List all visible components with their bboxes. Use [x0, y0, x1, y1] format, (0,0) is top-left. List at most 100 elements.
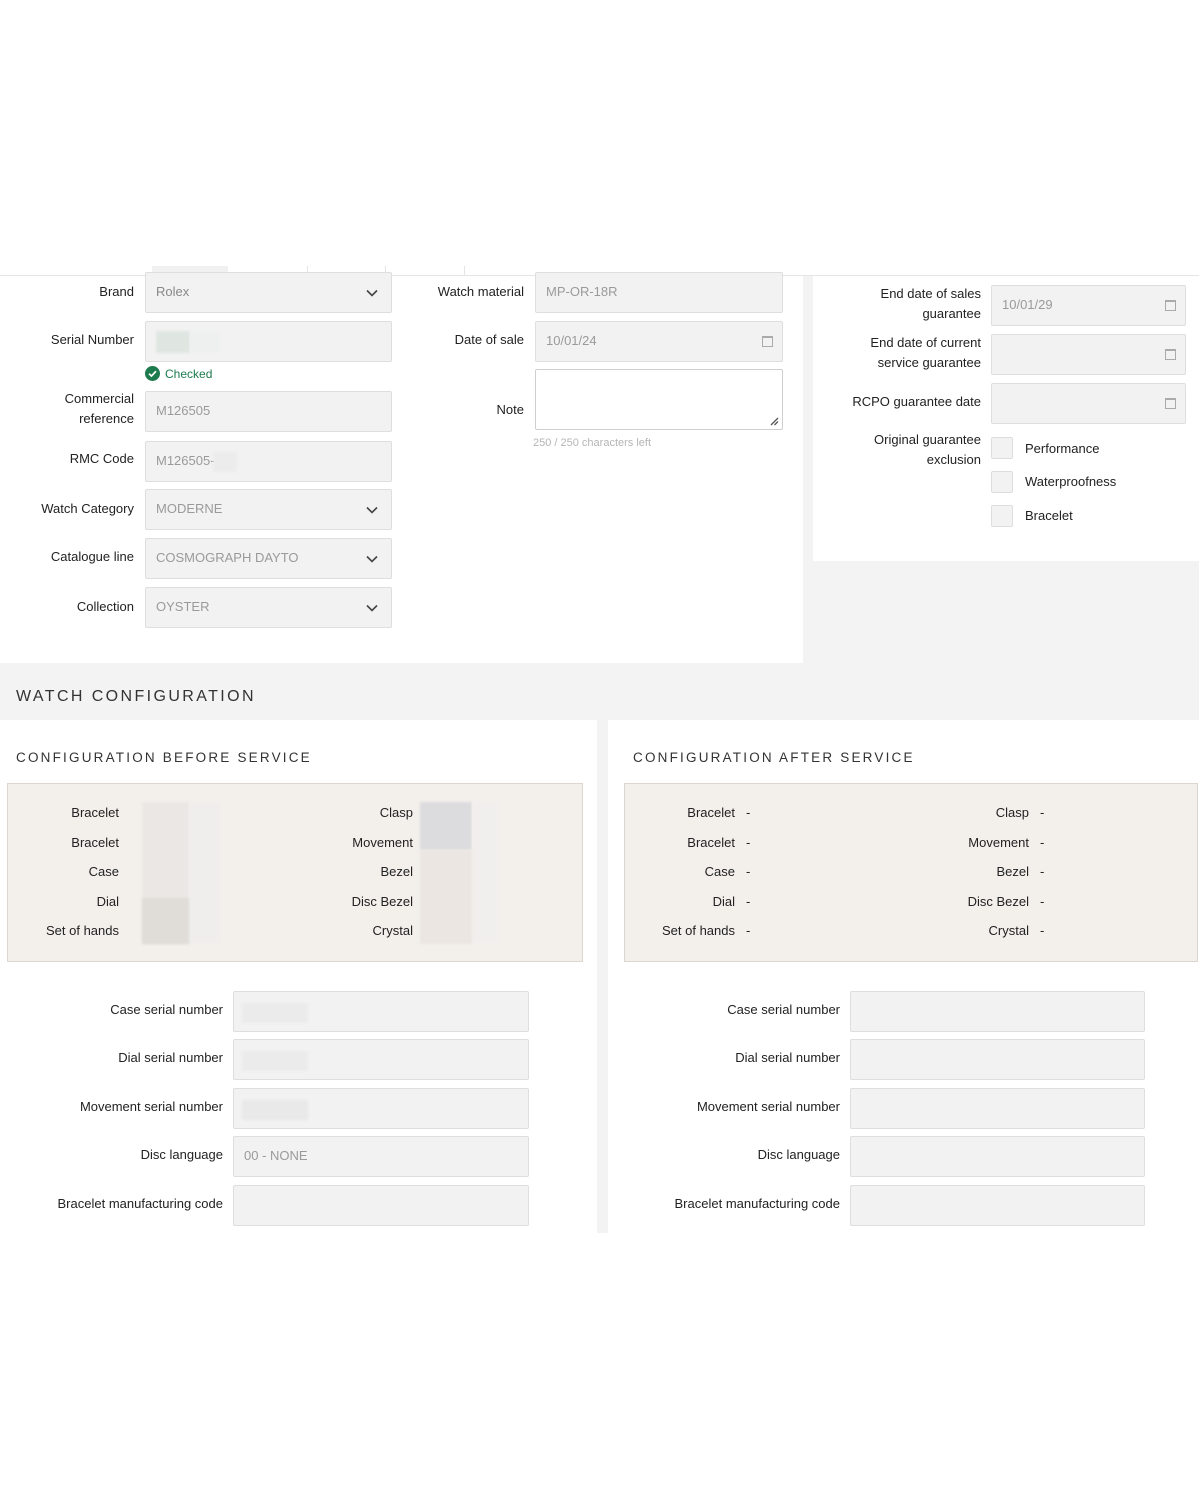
brand-label: Brand	[99, 284, 134, 299]
before-bracelet-code-field[interactable]	[233, 1185, 529, 1226]
after-dial-serial-field[interactable]	[850, 1039, 1145, 1080]
config-label-case: Case	[88, 864, 119, 879]
redacted-value	[242, 1003, 308, 1023]
commercial-reference-value: M126505	[156, 403, 211, 418]
config-label-bracelet: Bracelet	[71, 805, 119, 820]
rmc-code-field[interactable]: M126505-	[145, 441, 392, 482]
before-disc-language-field[interactable]: 00 - NONE	[233, 1136, 529, 1177]
catalogue-line-label: Catalogue line	[50, 549, 134, 564]
label-line: reference	[79, 411, 134, 426]
chevron-down-icon	[366, 506, 378, 514]
rcpo-guarantee-field[interactable]	[991, 383, 1186, 424]
after-dial-serial-label: Dial serial number	[735, 1050, 840, 1065]
collection-label: Collection	[76, 599, 134, 614]
config-label-set-of-hands: Set of hands	[662, 923, 735, 938]
end-service-guarantee-field[interactable]	[991, 334, 1186, 375]
config-label-movement: Movement	[352, 835, 413, 850]
config-value-empty: -	[746, 923, 751, 938]
commercial-reference-field[interactable]: M126505	[145, 391, 392, 432]
config-label-dial: Dial	[712, 894, 735, 909]
catalogue-line-value: COSMOGRAPH DAYTO	[156, 550, 299, 565]
config-label-bracelet: Bracelet	[71, 835, 119, 850]
after-movement-serial-field[interactable]	[850, 1088, 1145, 1129]
config-after-title: CONFIGURATION AFTER SERVICE	[633, 750, 915, 765]
redacted-value	[242, 1051, 308, 1071]
config-label-clasp: Clasp	[379, 805, 413, 820]
label-line: service guarantee	[877, 355, 981, 370]
config-label-bezel: Bezel	[996, 864, 1029, 879]
after-case-serial-field[interactable]	[850, 991, 1145, 1032]
guarantee-exclusion-label: Original guarantee exclusion	[874, 430, 981, 470]
checked-label: Checked	[165, 367, 213, 381]
label-line: exclusion	[926, 452, 981, 467]
calendar-icon[interactable]	[1165, 398, 1176, 409]
after-disc-language-label: Disc language	[757, 1147, 840, 1162]
end-service-guarantee-label: End date of current service guarantee	[870, 333, 981, 373]
after-case-serial-label: Case serial number	[727, 1002, 840, 1017]
redacted-value	[213, 452, 237, 472]
end-sales-guarantee-label: End date of sales guarantee	[881, 284, 981, 324]
config-before-box: Bracelet Bracelet Case Dial Set of hands…	[7, 783, 583, 962]
redacted-value	[156, 331, 190, 353]
config-value-empty: -	[1040, 923, 1045, 938]
config-value-empty: -	[1040, 864, 1045, 879]
config-before-title: CONFIGURATION BEFORE SERVICE	[16, 750, 312, 765]
config-value-empty: -	[746, 835, 751, 850]
end-sales-guarantee-field[interactable]: 10/01/29	[991, 285, 1186, 326]
config-label-disc-bezel: Disc Bezel	[351, 894, 413, 909]
after-bracelet-code-field[interactable]	[850, 1185, 1145, 1226]
config-label-bracelet: Bracelet	[687, 805, 735, 820]
rmc-code-label: RMC Code	[69, 451, 134, 466]
after-disc-language-field[interactable]	[850, 1136, 1145, 1177]
checkbox-performance-label: Performance	[1025, 441, 1100, 456]
config-value-empty: -	[746, 894, 751, 909]
config-label-set-of-hands: Set of hands	[46, 923, 119, 938]
label-line: Commercial	[64, 391, 134, 406]
tab-divider	[464, 266, 465, 276]
watch-category-value: MODERNE	[156, 501, 223, 516]
catalogue-line-select[interactable]: COSMOGRAPH DAYTO	[145, 538, 392, 579]
after-movement-serial-label: Movement serial number	[696, 1099, 840, 1114]
config-label-bezel: Bezel	[380, 864, 413, 879]
redacted-values	[420, 802, 472, 850]
calendar-icon[interactable]	[1165, 349, 1176, 360]
calendar-icon[interactable]	[1165, 300, 1176, 311]
config-label-case: Case	[704, 864, 735, 879]
note-textarea[interactable]	[535, 369, 783, 430]
checkbox-bracelet-label: Bracelet	[1025, 508, 1073, 523]
before-dial-serial-field[interactable]	[233, 1039, 529, 1080]
config-label-crystal: Crystal	[988, 923, 1029, 938]
calendar-icon[interactable]	[762, 336, 773, 347]
check-circle-icon	[145, 366, 160, 381]
before-movement-serial-label: Movement serial number	[79, 1099, 223, 1114]
watch-category-select[interactable]: MODERNE	[145, 489, 392, 530]
redacted-value	[242, 1100, 308, 1120]
watch-material-value: MP-OR-18R	[546, 284, 618, 299]
checkbox-performance[interactable]	[991, 437, 1013, 459]
checkbox-waterproofness-label: Waterproofness	[1025, 474, 1117, 489]
resize-handle-icon[interactable]	[770, 417, 779, 426]
watch-material-field[interactable]: MP-OR-18R	[535, 272, 783, 313]
config-value-empty: -	[746, 805, 751, 820]
chevron-down-icon	[366, 555, 378, 563]
chevron-down-icon	[366, 604, 378, 612]
checkbox-waterproofness[interactable]	[991, 471, 1013, 493]
redacted-values	[420, 850, 472, 944]
before-bracelet-code-label: Bracelet manufacturing code	[57, 1196, 223, 1211]
serial-number-label: Serial Number	[50, 332, 134, 347]
serial-number-field[interactable]	[145, 321, 392, 362]
commercial-reference-label: Commercial reference	[65, 389, 134, 429]
date-of-sale-field[interactable]: 10/01/24	[535, 321, 783, 362]
config-label-clasp: Clasp	[995, 805, 1029, 820]
collection-select[interactable]: OYSTER	[145, 587, 392, 628]
config-value-empty: -	[1040, 894, 1045, 909]
before-case-serial-field[interactable]	[233, 991, 529, 1032]
before-disc-language-value: 00 - NONE	[244, 1148, 308, 1163]
redacted-values	[189, 802, 221, 944]
config-label-disc-bezel: Disc Bezel	[967, 894, 1029, 909]
rmc-code-value: M126505-	[156, 453, 215, 468]
brand-select[interactable]: Rolex	[145, 272, 392, 313]
redacted-value	[190, 331, 220, 353]
before-movement-serial-field[interactable]	[233, 1088, 529, 1129]
checkbox-bracelet[interactable]	[991, 505, 1013, 527]
